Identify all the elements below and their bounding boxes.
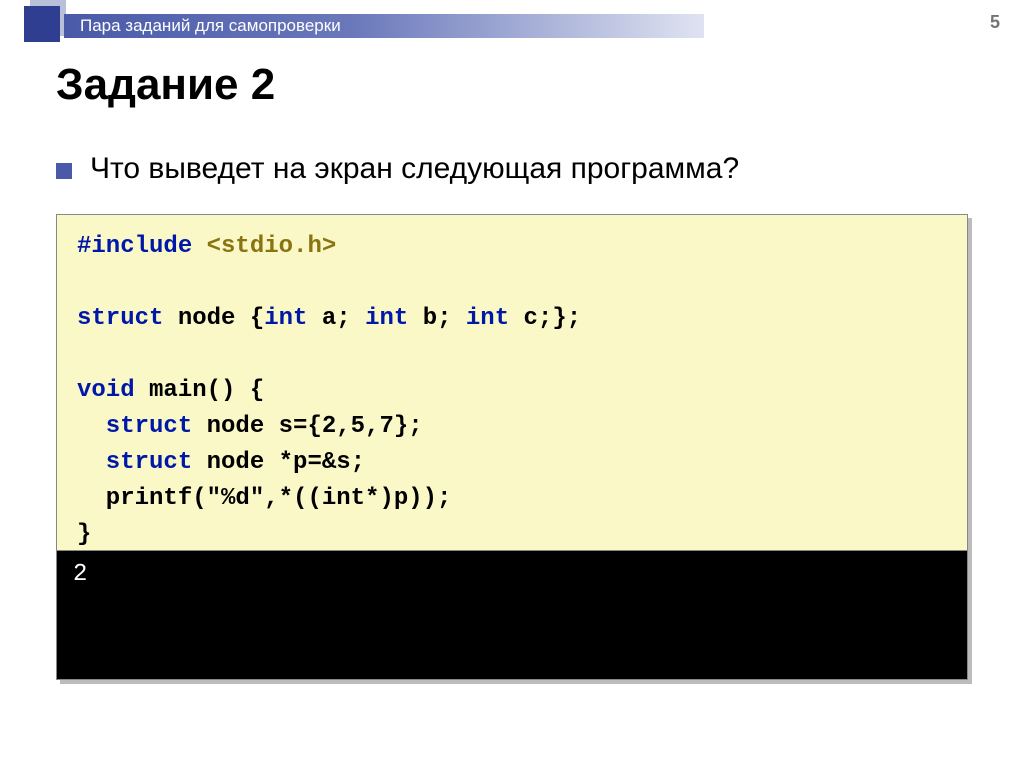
banner-title: Пара заданий для самопроверки [80,16,341,36]
page-number: 5 [990,12,1000,33]
slide-title: Задание 2 [56,60,275,110]
code-block: #include <stdio.h> struct node {int a; i… [56,214,968,568]
code-token: <stdio.h> [192,233,336,260]
banner-bar: Пара заданий для самопроверки [64,14,704,38]
bullet-row: Что выведет на экран следующая программа… [56,152,739,186]
code-token: } [77,521,91,548]
code-token: node { [163,305,264,332]
header-banner: Пара заданий для самопроверки 5 [0,8,1024,36]
code-token: node *p=&s; [192,449,365,476]
decor-square [24,6,60,42]
console-block: 2 [56,550,968,680]
code-content: #include <stdio.h> struct node {int a; i… [56,214,968,568]
code-token: b; [408,305,466,332]
code-token: int [466,305,509,332]
code-token: struct [77,305,163,332]
code-token: void [77,377,135,404]
bullet-text: Что выведет на экран следующая программа… [90,152,739,186]
console-output: 2 [56,550,968,680]
slide: Пара заданий для самопроверки 5 Задание … [0,0,1024,767]
code-token: a; [307,305,365,332]
code-token: printf("%d",*((int*)p)); [77,485,451,512]
code-token: int [264,305,307,332]
code-token: #include [77,233,192,260]
code-token: int [365,305,408,332]
code-token: struct [77,449,192,476]
code-token: c;}; [509,305,581,332]
code-token: struct [77,413,192,440]
bullet-icon [56,163,72,179]
code-token: main() { [135,377,265,404]
code-token: node s={2,5,7}; [192,413,422,440]
